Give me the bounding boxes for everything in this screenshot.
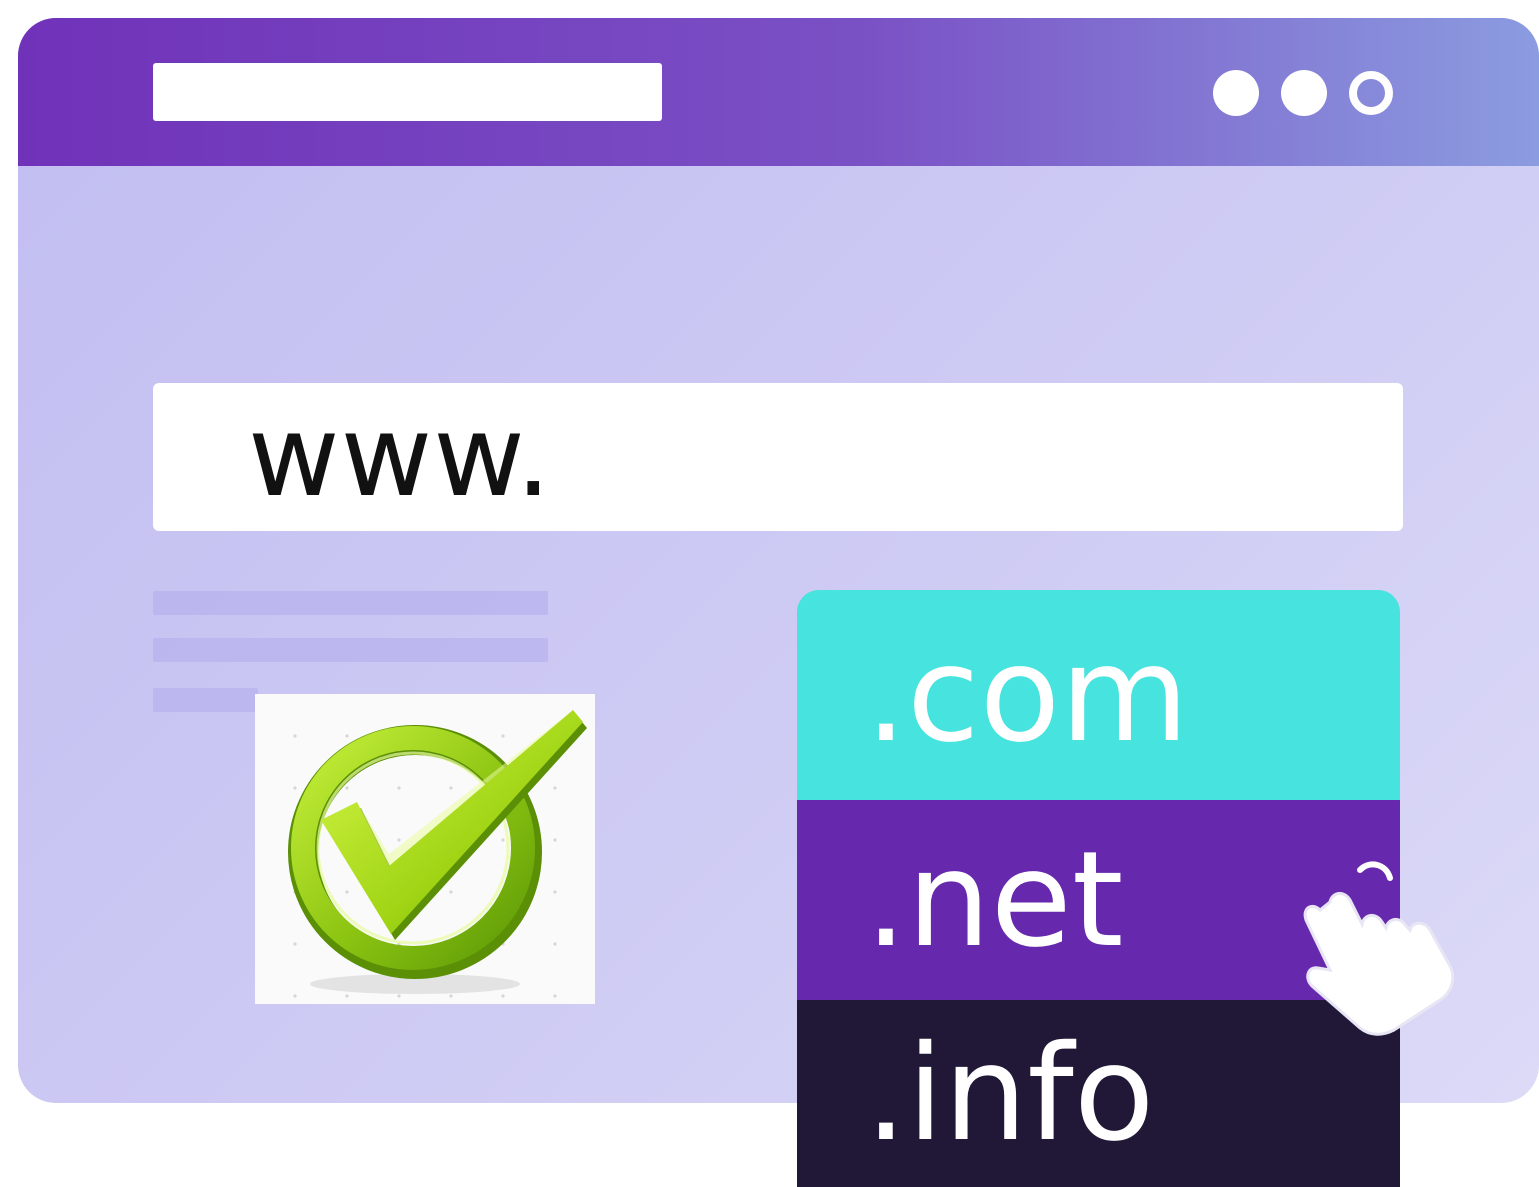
hand-cursor-icon xyxy=(1303,861,1455,1036)
domain-label: .com xyxy=(865,618,1189,772)
domain-option-com[interactable]: .com xyxy=(797,590,1400,800)
refresh-ring-icon[interactable] xyxy=(1349,71,1393,115)
window-controls xyxy=(1213,70,1393,116)
checkmark-circle-icon xyxy=(288,710,587,994)
placeholder-line xyxy=(153,688,258,712)
address-bar[interactable]: www. xyxy=(153,383,1403,531)
domain-illustration: www. .com .net .info xyxy=(0,0,1539,1187)
domain-label: .info xyxy=(865,1016,1155,1171)
title-bar-field xyxy=(153,63,662,121)
placeholder-line xyxy=(153,591,548,615)
placeholder-line xyxy=(153,638,548,662)
dot-icon[interactable] xyxy=(1281,70,1327,116)
dot-icon[interactable] xyxy=(1213,70,1259,116)
domain-label: .net xyxy=(865,823,1124,977)
address-text: www. xyxy=(248,392,553,522)
browser-titlebar xyxy=(18,18,1539,166)
checkmark-card xyxy=(255,694,595,1004)
